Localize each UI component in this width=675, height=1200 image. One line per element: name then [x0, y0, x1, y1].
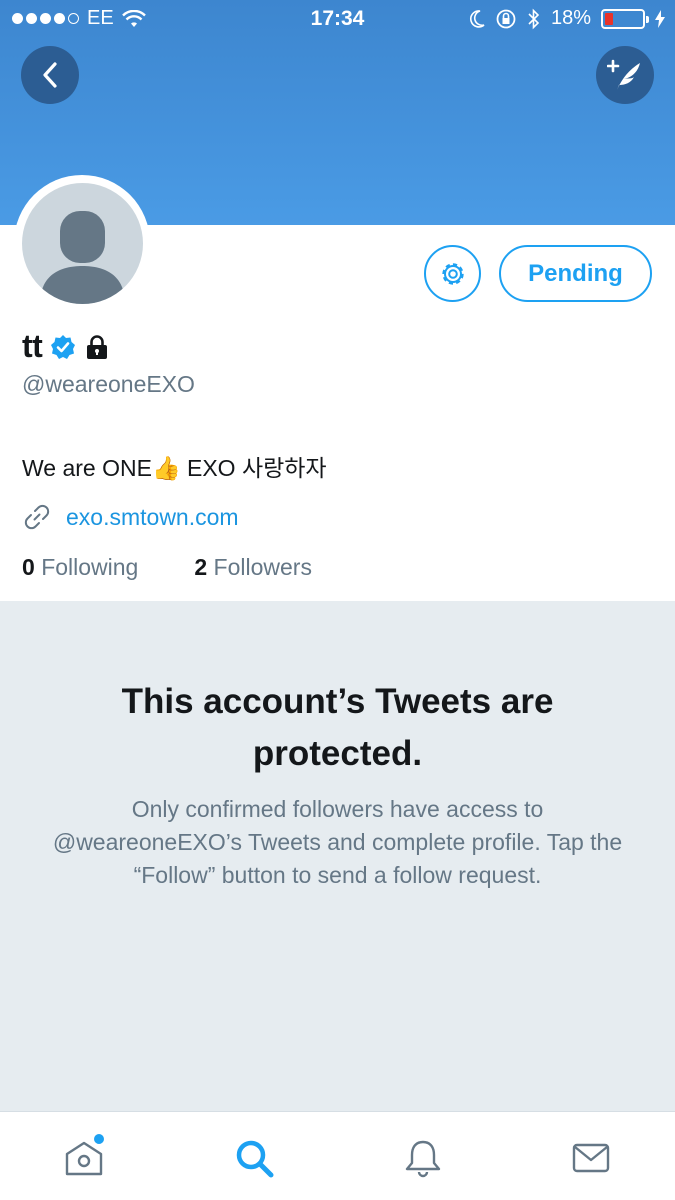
follow-counts: 0 Following 2 Followers	[22, 554, 312, 581]
mail-icon	[572, 1143, 610, 1173]
tab-notifications[interactable]	[399, 1134, 447, 1182]
protected-description: Only confirmed followers have access to …	[52, 796, 623, 888]
battery-percent: 18%	[550, 7, 591, 29]
avatar[interactable]	[22, 183, 143, 304]
lock-icon	[87, 334, 108, 359]
compose-tweet-icon	[607, 59, 640, 90]
profile-website-row: exo.smtown.com	[22, 502, 239, 532]
chevron-left-icon	[43, 62, 57, 88]
protected-title: This account’s Tweets are protected.	[121, 682, 554, 773]
bluetooth-icon	[528, 8, 540, 29]
status-bar: EE 17:34 18%	[0, 0, 675, 38]
profile-bio: We are ONE👍 EXO 사랑하자	[22, 455, 327, 481]
followers-count[interactable]: 2 Followers	[194, 554, 312, 581]
tab-home[interactable]	[60, 1134, 108, 1182]
default-avatar-icon	[40, 211, 125, 304]
tab-search[interactable]	[230, 1134, 278, 1182]
profile-handle: @weareoneEXO	[22, 371, 195, 397]
profile-settings-button[interactable]	[424, 245, 481, 302]
verified-badge-icon	[51, 334, 76, 359]
display-name: tt	[22, 328, 43, 364]
compose-tweet-button[interactable]	[596, 46, 654, 104]
bell-icon	[405, 1140, 441, 1178]
following-count[interactable]: 0 Following	[22, 554, 138, 581]
bottom-tab-bar	[0, 1111, 675, 1200]
orientation-lock-icon	[496, 9, 516, 28]
pending-follow-button[interactable]: Pending	[499, 245, 652, 302]
protected-tweets-notice: This account’s Tweets are protected. Onl…	[0, 601, 675, 1111]
search-icon	[236, 1140, 274, 1178]
link-icon	[24, 504, 50, 530]
profile-website-link[interactable]: exo.smtown.com	[66, 504, 239, 531]
back-button[interactable]	[21, 46, 79, 104]
gear-icon	[441, 262, 464, 285]
name-row: tt	[22, 328, 110, 365]
tab-messages[interactable]	[567, 1134, 615, 1182]
battery-icon	[601, 8, 649, 29]
moon-icon	[469, 9, 485, 28]
charging-bolt-icon	[655, 9, 665, 28]
home-new-dot	[94, 1134, 104, 1144]
status-right: 18%	[469, 7, 665, 30]
